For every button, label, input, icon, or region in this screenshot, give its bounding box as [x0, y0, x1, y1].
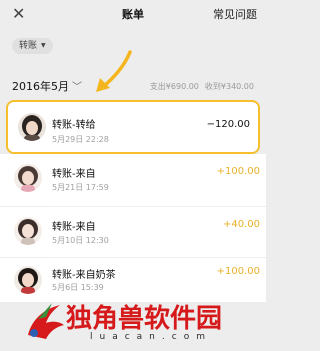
avatar — [18, 113, 46, 141]
pointer-arrow-icon — [96, 50, 132, 92]
transaction-row[interactable]: 转账-来自 5月21日 17:59 +100.00 — [0, 154, 266, 206]
month-label: 2016年5月 — [12, 80, 69, 93]
faq-link[interactable]: 常见问题 — [213, 6, 257, 22]
top-bar: ✕ 账单 常见问题 — [0, 0, 266, 30]
transaction-amount: −120.00 — [206, 119, 250, 130]
month-selector[interactable]: 2016年5月 ﹀ — [12, 78, 82, 94]
avatar — [14, 266, 42, 294]
transaction-date: 5月6日 15:39 — [52, 283, 104, 292]
transaction-amount: +100.00 — [216, 166, 260, 177]
transaction-date: 5月29日 22:28 — [52, 135, 109, 144]
transaction-row[interactable]: 转账-转给 5月29日 22:28 −120.00 — [6, 100, 260, 154]
transaction-date: 5月21日 17:59 — [52, 183, 109, 192]
transaction-name: 转账-来自 — [52, 222, 96, 233]
type-filter-dropdown[interactable]: 转账 ▼ — [12, 38, 53, 54]
transaction-name: 转账-转给 — [52, 120, 96, 131]
month-totals: 支出¥690.00 收到¥340.00 — [150, 81, 254, 92]
site-watermark: 独角兽软件园 luacan.com — [0, 296, 266, 351]
transaction-name: 转账-来自奶茶 — [52, 270, 116, 281]
type-filter-label: 转账 — [19, 41, 38, 51]
transaction-row[interactable]: 转账-来自 5月10日 12:30 +40.00 — [0, 207, 266, 257]
unicorn-logo-icon — [28, 303, 64, 339]
watermark-brand: 独角兽软件园 — [66, 304, 223, 334]
chevron-down-icon: ﹀ — [72, 82, 82, 93]
avatar — [14, 217, 42, 245]
income-total: 收到¥340.00 — [204, 82, 254, 91]
transaction-name: 转账-来自 — [52, 169, 96, 180]
avatar — [14, 164, 42, 192]
transaction-amount: +40.00 — [222, 219, 260, 230]
watermark-url: luacan.com — [90, 332, 212, 342]
expense-total: 支出¥690.00 — [149, 82, 199, 91]
transaction-date: 5月10日 12:30 — [52, 236, 109, 245]
transaction-amount: +100.00 — [216, 266, 260, 277]
caret-down-icon: ▼ — [41, 42, 46, 49]
